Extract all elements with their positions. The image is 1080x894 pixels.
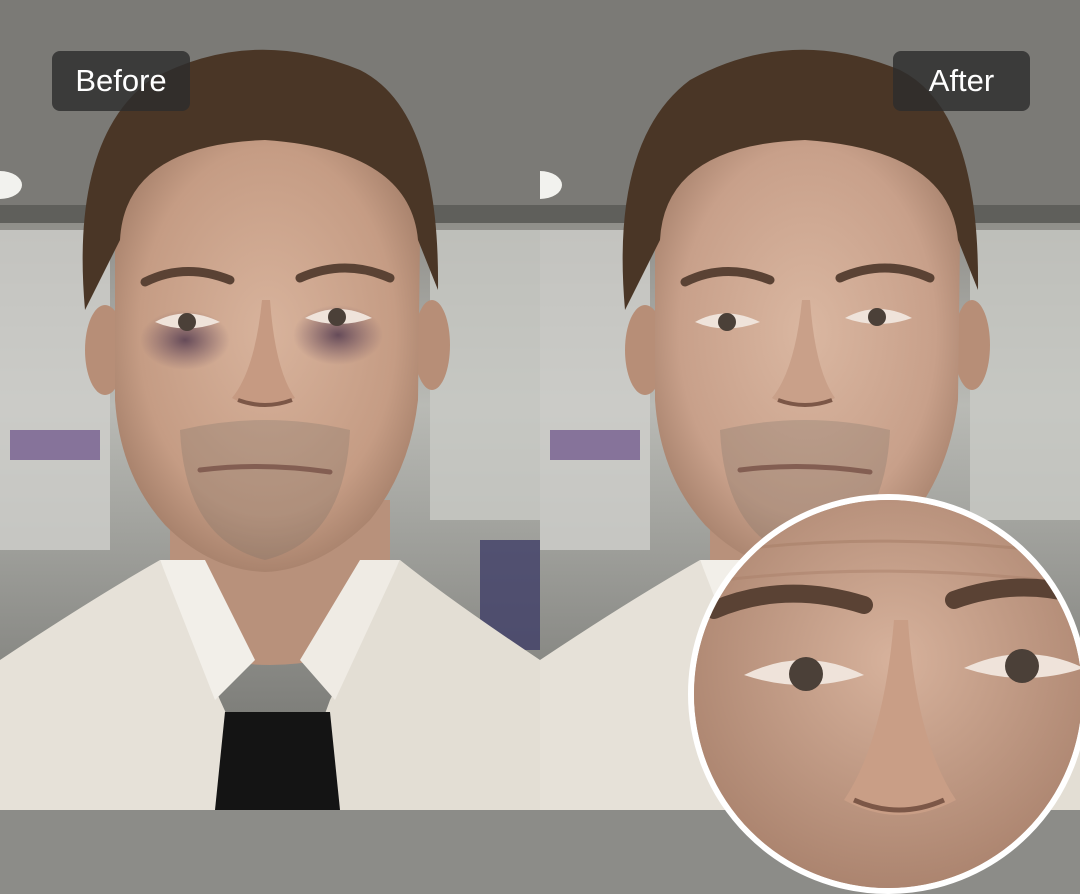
before-label: Before — [52, 51, 190, 111]
before-photo — [0, 0, 540, 810]
eye-closeup-illustration — [694, 500, 1080, 888]
before-portrait-illustration — [0, 0, 540, 810]
after-label: After — [893, 51, 1030, 111]
zoom-inset-circle — [688, 494, 1080, 894]
